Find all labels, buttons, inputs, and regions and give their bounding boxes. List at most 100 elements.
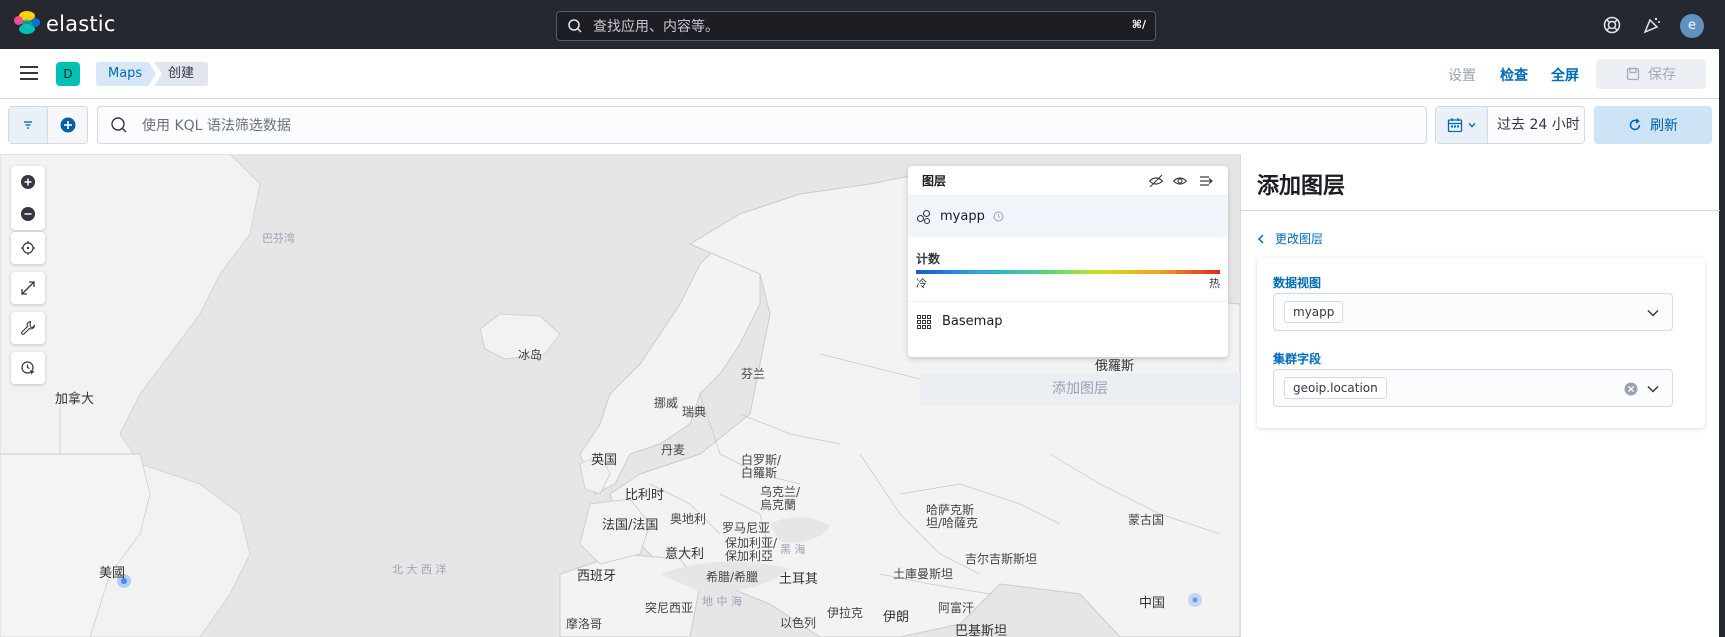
cluster-field-label: 集群字段 — [1273, 352, 1322, 366]
map-label-country: 中国 — [1139, 596, 1166, 611]
inspect-button[interactable]: 检查 — [1500, 65, 1528, 85]
map-label-country: 突尼西亚 — [645, 601, 694, 615]
map-label-country: 伊拉克 — [827, 606, 864, 620]
window-edge — [1719, 0, 1725, 637]
save-icon — [1626, 67, 1640, 81]
timeslider-control[interactable] — [11, 352, 45, 384]
menu-toggle-icon[interactable] — [20, 66, 38, 80]
tools-control[interactable] — [11, 312, 45, 344]
space-badge[interactable]: D — [56, 62, 80, 86]
eye-closed-icon[interactable] — [1148, 173, 1164, 189]
kql-query-input[interactable]: 使用 KQL 语法筛选数据 — [97, 106, 1427, 144]
layer-panel-title: 图层 — [922, 174, 947, 188]
map-label-sea: 北 大 西 洋 — [392, 563, 447, 576]
expand-icon — [21, 281, 35, 295]
map-label-country: 加拿大 — [55, 392, 95, 407]
breadcrumb-maps[interactable]: Maps — [96, 62, 156, 86]
collapse-panel-icon[interactable] — [1198, 173, 1214, 189]
data-view-pill: myapp — [1284, 301, 1344, 323]
add-layer-map-button[interactable]: 添加图层 — [920, 373, 1240, 405]
save-button[interactable]: 保存 — [1596, 59, 1706, 89]
map-label-country: 瑞典 — [682, 405, 707, 419]
layer-legend: 计数 冷 热 — [908, 237, 1228, 291]
map-label-country: 蒙古国 — [1128, 513, 1165, 527]
cluster-field-pill: geoip.location — [1284, 377, 1387, 399]
filter-options-button[interactable] — [9, 107, 49, 143]
search-icon — [111, 117, 127, 133]
map-label-country: 保加利亚/ 保加利亞 — [725, 536, 778, 563]
map-label-country: 芬兰 — [741, 367, 766, 381]
date-range-label: 过去 24 小时 — [1497, 117, 1580, 133]
fit-bounds-control[interactable] — [11, 272, 45, 304]
flyout-title: 添加图层 — [1257, 174, 1346, 199]
add-filter-button[interactable] — [48, 107, 87, 143]
help-icon[interactable] — [1602, 15, 1622, 35]
kql-placeholder: 使用 KQL 语法筛选数据 — [142, 118, 291, 134]
map-label-country: 摩洛哥 — [566, 617, 603, 631]
locate-control[interactable] — [11, 232, 45, 264]
quick-select-button[interactable] — [1436, 107, 1488, 143]
layer-item-myapp[interactable]: myapp — [908, 196, 1228, 237]
settings-button[interactable]: 设置 — [1448, 65, 1476, 85]
app-name: elastic — [46, 12, 116, 36]
map-label-country: 美國 — [99, 566, 126, 581]
map-label-country: 吉尔吉斯斯坦 — [965, 552, 1038, 566]
cluster-icon — [916, 209, 931, 224]
grid-icon — [917, 314, 931, 329]
global-search-input[interactable]: 查找应用、内容等。 ⌘/ — [556, 11, 1156, 41]
minus-circle-icon — [21, 207, 35, 221]
layer-control-panel: 图层 myapp 计数 冷 热 Basemap — [908, 166, 1228, 357]
zoom-in-button[interactable] — [11, 166, 45, 198]
user-avatar[interactable]: e — [1680, 14, 1704, 38]
map-label-country: 冰岛 — [518, 348, 543, 362]
chevron-down-icon[interactable] — [1646, 382, 1660, 396]
date-picker[interactable]: 过去 24 小时 — [1435, 106, 1585, 144]
clear-icon[interactable] — [1624, 382, 1638, 396]
top-header: elastic 查找应用、内容等。 ⌘/ e — [0, 0, 1725, 49]
change-layer-link[interactable]: 更改图层 — [1257, 230, 1323, 247]
map-label-sea: 黑 海 — [780, 543, 806, 556]
search-placeholder: 查找应用、内容等。 — [593, 19, 719, 35]
refresh-icon — [1629, 118, 1641, 131]
fullscreen-button[interactable]: 全屏 — [1551, 65, 1579, 85]
map-label-country: 哈萨克斯 坦/哈薩克 — [926, 503, 979, 530]
map-label-country: 巴基斯坦 — [955, 624, 1008, 637]
chevron-down-icon — [1468, 123, 1475, 128]
map-label-country: 土耳其 — [779, 572, 819, 587]
chevron-left-icon — [1257, 233, 1264, 244]
flyout-divider — [1241, 210, 1720, 211]
legend-low-label: 冷 — [916, 277, 927, 290]
plus-circle-icon — [60, 117, 75, 133]
map-label-sea: 地 中 海 — [702, 595, 742, 608]
map-label-country: 乌克兰/ 烏克蘭 — [760, 485, 801, 512]
map-label-country: 以色列 — [780, 616, 817, 630]
change-layer-label: 更改图层 — [1275, 232, 1324, 246]
refresh-button[interactable]: 刷新 — [1594, 106, 1712, 144]
search-icon — [568, 19, 582, 33]
map-label-country: 白罗斯/ 白羅斯 — [741, 453, 782, 480]
elastic-logo[interactable]: elastic — [14, 11, 116, 37]
layer-name: myapp — [940, 209, 985, 224]
filter-button-group — [8, 106, 88, 144]
legend-title: 计数 — [916, 252, 941, 266]
cluster-field-select[interactable]: geoip.location — [1273, 369, 1673, 407]
plus-circle-icon — [21, 175, 35, 189]
clock-icon — [993, 211, 1004, 222]
map-label-country: 罗马尼亚 — [722, 521, 771, 535]
legend-high-label: 热 — [1209, 277, 1220, 290]
map-label-country: 希腊/希臘 — [706, 570, 759, 584]
map-label-country: 比利时 — [625, 488, 665, 503]
search-shortcut: ⌘/ — [1131, 18, 1146, 31]
map-label-country: 奥地利 — [670, 512, 707, 526]
save-label: 保存 — [1648, 67, 1676, 83]
eye-icon[interactable] — [1172, 173, 1188, 189]
chevron-down-icon[interactable] — [1646, 306, 1660, 320]
layer-item-basemap[interactable]: Basemap — [908, 301, 1228, 341]
map-label-country: 西班牙 — [577, 569, 617, 584]
newsfeed-icon[interactable] — [1642, 15, 1662, 35]
breadcrumb-create: 创建 — [154, 62, 209, 86]
data-view-select[interactable]: myapp — [1273, 293, 1673, 331]
zoom-out-button[interactable] — [11, 198, 45, 230]
map-label-country: 丹麦 — [661, 443, 686, 457]
data-view-label: 数据视图 — [1273, 276, 1322, 290]
